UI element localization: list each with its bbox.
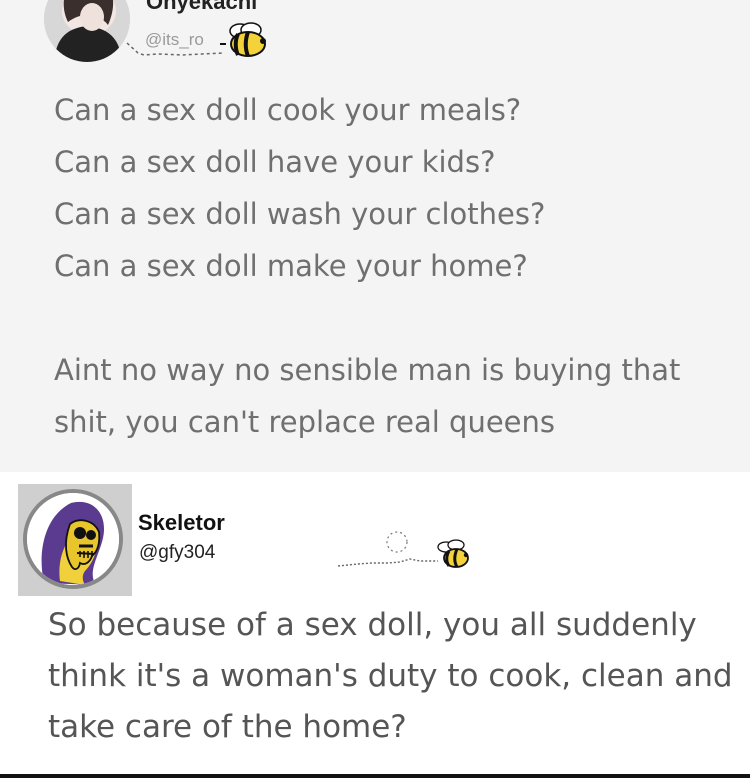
bee-icon [220,22,266,57]
tweet-text: So because of a sex doll, you all sudden… [48,607,733,745]
avatar[interactable] [44,0,130,62]
skeletor-avatar[interactable] [23,489,123,589]
display-name[interactable]: Onyekachi [146,0,257,15]
skeletor-icon [27,493,119,585]
profile-photo-icon [44,0,130,62]
user-handle[interactable]: @gfy304 [139,542,215,564]
bottom-edge [0,774,750,778]
original-tweet: Onyekachi @its_ro Can a sex doll cook yo… [0,0,750,472]
tweet-screenshot-collage: Onyekachi @its_ro Can a sex doll cook yo… [0,0,750,778]
display-name[interactable]: Skeletor [138,510,225,536]
avatar-frame [18,484,132,596]
reply-tweet: Skeletor @gfy304 So because of a sex dol… [0,472,750,774]
bee-icon [337,531,469,568]
tweet-text: Can a sex doll cook your meals? Can a se… [54,93,681,439]
